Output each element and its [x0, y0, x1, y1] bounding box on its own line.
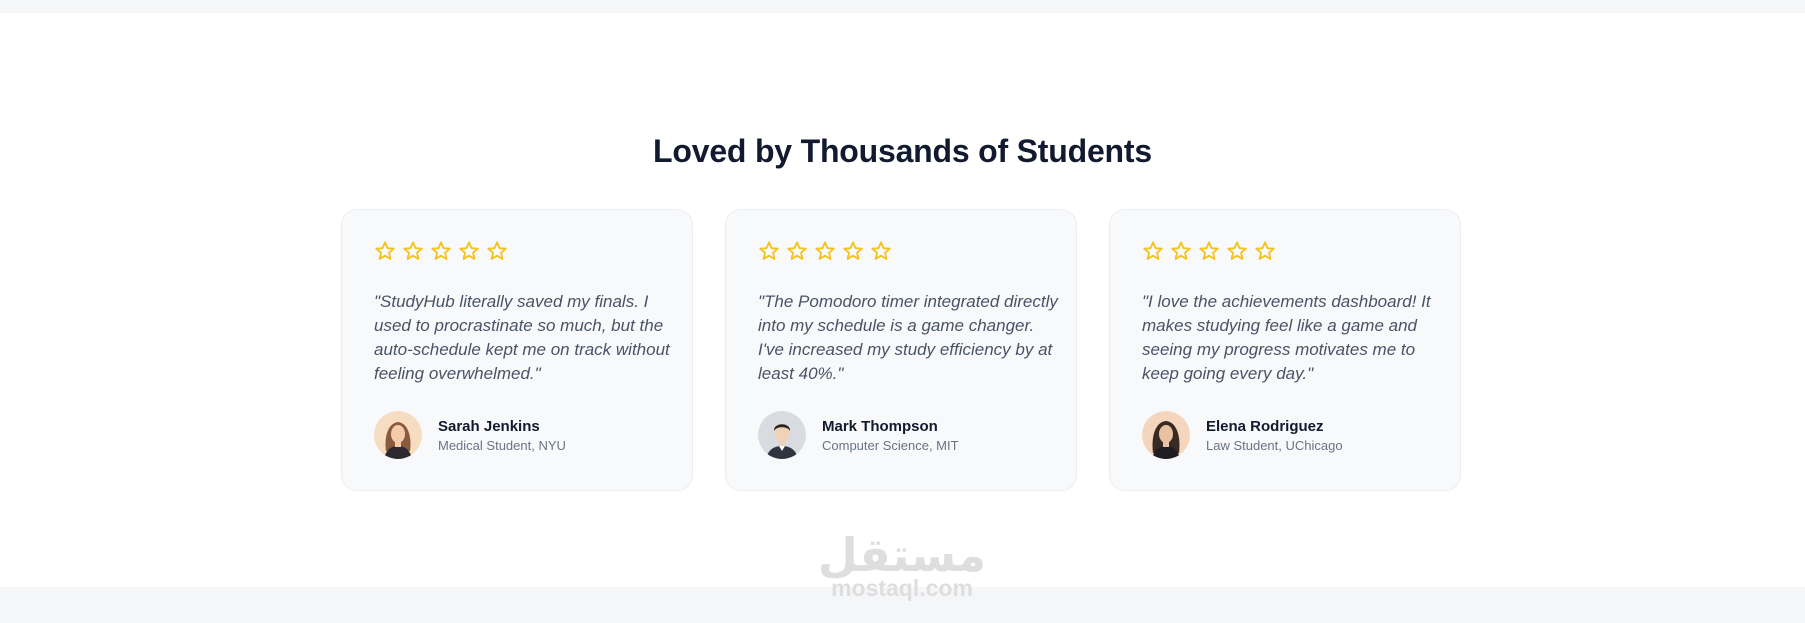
watermark-latin: mostaql.com [831, 575, 973, 601]
avatar [374, 411, 422, 459]
top-section-edge [0, 0, 1805, 13]
star-icon [1143, 241, 1163, 260]
author-role: Law Student, UChicago [1206, 437, 1343, 453]
testimonial-cards: "StudyHub literally saved my finals. I u… [341, 209, 1461, 491]
star-icon [871, 241, 891, 260]
author-name: Mark Thompson [822, 417, 938, 435]
author-name: Elena Rodriguez [1206, 417, 1324, 435]
star-icon [787, 241, 807, 260]
avatar [758, 411, 806, 459]
star-icon [843, 241, 863, 260]
star-icon [815, 241, 835, 260]
watermark-arabic: مستقل [817, 528, 987, 582]
star-icon [487, 241, 507, 260]
testimonial-card: "I love the achievements dashboard! It m… [1109, 209, 1461, 491]
section-title: Loved by Thousands of Students [653, 132, 1152, 169]
star-icon [1199, 241, 1219, 260]
testimonial-quote: "StudyHub literally saved my finals. I u… [374, 292, 670, 383]
testimonial-author: Elena Rodriguez Law Student, UChicago [1142, 411, 1343, 459]
testimonial-quote: "I love the achievements dashboard! It m… [1142, 292, 1431, 383]
testimonial-card: "StudyHub literally saved my finals. I u… [341, 209, 693, 491]
star-rating [374, 240, 508, 262]
avatar-woman-icon [374, 411, 422, 459]
testimonial-author: Sarah Jenkins Medical Student, NYU [374, 411, 566, 459]
star-icon [375, 241, 395, 260]
avatar-man-icon [758, 411, 806, 459]
avatar-woman-icon [1142, 411, 1190, 459]
author-name: Sarah Jenkins [438, 417, 540, 435]
star-icon [403, 241, 423, 260]
star-icon [459, 241, 479, 260]
watermark-logo: مستقل mostaql.com [802, 530, 1002, 600]
star-rating [1142, 240, 1276, 262]
star-rating [758, 240, 892, 262]
author-role: Computer Science, MIT [822, 437, 959, 453]
testimonials-page: Loved by Thousands of Students "StudyHub… [0, 0, 1805, 623]
testimonial-card: "The Pomodoro timer integrated directly … [725, 209, 1077, 491]
star-icon [1171, 241, 1191, 260]
star-icon [431, 241, 451, 260]
star-icon [759, 241, 779, 260]
star-icon [1227, 241, 1247, 260]
testimonial-author: Mark Thompson Computer Science, MIT [758, 411, 959, 459]
star-icon [1255, 241, 1275, 260]
testimonial-quote: "The Pomodoro timer integrated directly … [758, 292, 1058, 383]
author-role: Medical Student, NYU [438, 437, 566, 453]
avatar [1142, 411, 1190, 459]
